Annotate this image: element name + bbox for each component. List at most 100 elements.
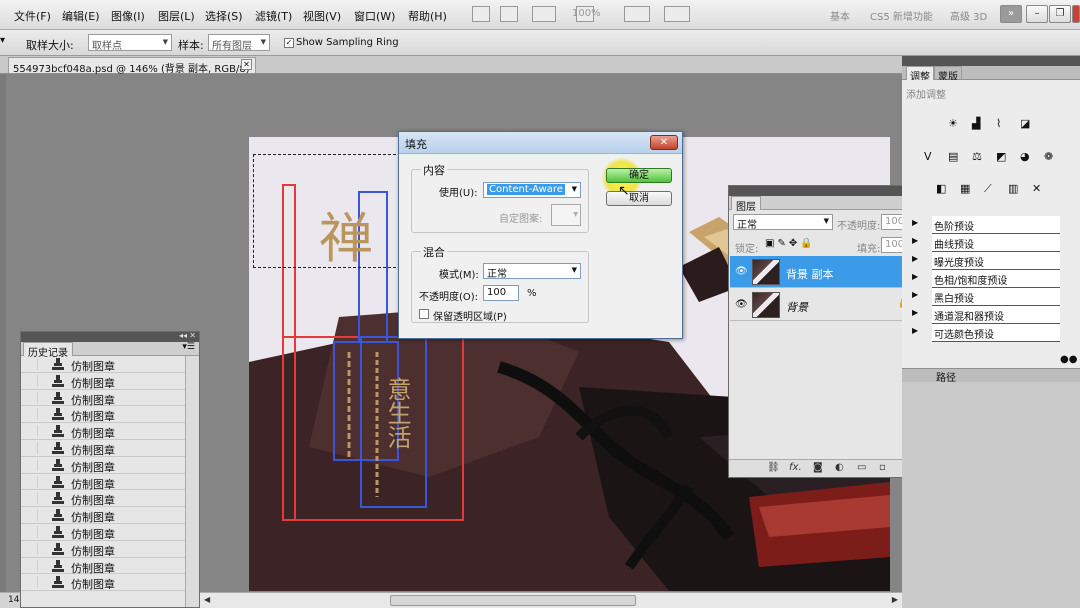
- history-item[interactable]: 仿制图章: [21, 390, 199, 407]
- history-item[interactable]: 仿制图章: [21, 558, 199, 575]
- threshold-icon[interactable]: ⟋: [984, 182, 1001, 197]
- history-item[interactable]: 仿制图章: [21, 457, 199, 474]
- tool-preset-icon[interactable]: ▾: [0, 35, 5, 46]
- history-item[interactable]: 仿制图章: [21, 423, 199, 440]
- scroll-left-icon[interactable]: ◀: [204, 595, 210, 604]
- lock-icons[interactable]: ▣✎✥🔒: [765, 238, 816, 249]
- sample-size-label: 取样大小:: [26, 39, 74, 52]
- menu-select[interactable]: 选择(S): [205, 8, 243, 24]
- cancel-button[interactable]: 取消: [606, 191, 672, 206]
- selection-marquee: [253, 154, 401, 268]
- preset-black-white[interactable]: ▶ 黑白预设: [912, 288, 1060, 306]
- close-panel-icon[interactable]: ✕: [189, 331, 196, 340]
- adjustment-options-icon[interactable]: ●●: [1060, 354, 1077, 365]
- menu-layer[interactable]: 图层(L): [158, 8, 195, 24]
- photo-filter-icon[interactable]: ◕: [1020, 150, 1037, 165]
- bridge-icon[interactable]: [472, 6, 490, 22]
- dialog-close-icon[interactable]: ✕: [650, 135, 678, 150]
- channel-mixer-icon[interactable]: ❁: [1044, 150, 1061, 165]
- sampling-ring-checkbox[interactable]: ✓: [284, 38, 294, 48]
- menu-window[interactable]: 窗口(W): [354, 8, 395, 24]
- screen-mode-icon[interactable]: [664, 6, 690, 22]
- close-icon[interactable]: [1072, 5, 1080, 23]
- history-item[interactable]: 仿制图章: [21, 490, 199, 507]
- tab-adjustments[interactable]: 调整: [906, 66, 934, 83]
- levels-icon[interactable]: ▟: [972, 117, 989, 132]
- posterize-icon[interactable]: ▦: [960, 182, 977, 197]
- preset-channel-mixer[interactable]: ▶ 通道混和器预设: [912, 306, 1060, 324]
- use-select[interactable]: Content-Aware ▼: [483, 182, 581, 198]
- curves-icon[interactable]: ⌇: [996, 117, 1013, 132]
- add-mask-icon[interactable]: ◙: [813, 462, 823, 473]
- document-tab[interactable]: 554973bcf048a.psd @ 146% (背景 副本, RGB/8) …: [8, 57, 256, 86]
- sample-select[interactable]: 所有图层 ▼: [208, 34, 270, 52]
- menu-edit[interactable]: 编辑(E): [62, 8, 100, 24]
- minimize-icon[interactable]: –: [1026, 5, 1048, 23]
- vibrance-icon[interactable]: V: [924, 150, 941, 165]
- opacity-input[interactable]: 100: [483, 285, 519, 301]
- link-layers-icon[interactable]: ⛓: [767, 462, 780, 473]
- visibility-eye-icon[interactable]: 👁: [735, 299, 748, 310]
- adjustment-layer-icon[interactable]: ◐: [835, 462, 844, 473]
- collapse-panel-icon[interactable]: ◂◂: [179, 331, 187, 340]
- workspace-basic[interactable]: 基本: [830, 8, 850, 23]
- blend-mode-select[interactable]: 正常 ▼: [733, 214, 833, 231]
- tab-paths[interactable]: 路径: [936, 369, 956, 384]
- hue-saturation-icon[interactable]: ▤: [948, 150, 965, 165]
- invert-icon[interactable]: ◧: [936, 182, 953, 197]
- history-item[interactable]: 仿制图章: [21, 541, 199, 558]
- workspace-more-icon[interactable]: »: [1000, 5, 1022, 23]
- tab-history[interactable]: 历史记录: [23, 342, 73, 359]
- scroll-right-icon[interactable]: ▶: [892, 595, 898, 604]
- preset-selective-color[interactable]: ▶ 可选颜色预设: [912, 324, 1060, 342]
- horizontal-scrollbar[interactable]: ◀ ▶: [200, 592, 902, 608]
- history-item[interactable]: 仿制图章: [21, 474, 199, 491]
- panel-menu-icon[interactable]: ▾☰: [182, 342, 195, 352]
- menu-view[interactable]: 视图(V): [303, 8, 341, 24]
- layer-style-icon[interactable]: fx.: [789, 462, 802, 473]
- history-scrollbar[interactable]: [185, 356, 199, 607]
- selective-color-icon[interactable]: ✕: [1032, 182, 1049, 197]
- visibility-eye-icon[interactable]: 👁: [735, 266, 748, 277]
- view-extras-icon[interactable]: [532, 6, 556, 22]
- minibridge-icon[interactable]: [500, 6, 518, 22]
- history-item[interactable]: 仿制图章: [21, 356, 199, 373]
- preserve-transparency-checkbox[interactable]: [419, 309, 429, 319]
- gradient-map-icon[interactable]: ▥: [1008, 182, 1025, 197]
- preset-exposure[interactable]: ▶ 曝光度预设: [912, 252, 1060, 270]
- layer-row[interactable]: 👁 背景 🔒: [730, 289, 920, 321]
- history-item[interactable]: 仿制图章: [21, 406, 199, 423]
- black-white-icon[interactable]: ◩: [996, 150, 1013, 165]
- menu-help[interactable]: 帮助(H): [408, 8, 447, 24]
- sample-size-select[interactable]: 取样点 ▼: [88, 34, 172, 52]
- preset-levels[interactable]: ▶ 色阶预设: [912, 216, 1060, 234]
- menu-file[interactable]: 文件(F): [14, 8, 51, 24]
- ok-button[interactable]: 确定: [606, 168, 672, 183]
- scroll-thumb[interactable]: [390, 595, 636, 606]
- restore-icon[interactable]: ❐: [1049, 5, 1071, 23]
- history-item[interactable]: 仿制图章: [21, 507, 199, 524]
- color-balance-icon[interactable]: ⚖: [972, 150, 989, 165]
- mode-select[interactable]: 正常 ▼: [483, 263, 581, 280]
- arrange-documents-icon[interactable]: [624, 6, 650, 22]
- tab-masks[interactable]: 蒙版: [934, 66, 962, 83]
- preset-curves[interactable]: ▶ 曲线预设: [912, 234, 1060, 252]
- preset-hue-saturation[interactable]: ▶ 色相/饱和度预设: [912, 270, 1060, 288]
- history-item[interactable]: 仿制图章: [21, 373, 199, 390]
- dialog-titlebar[interactable]: 填充 ✕: [399, 132, 682, 154]
- new-layer-icon[interactable]: ▫: [879, 462, 886, 473]
- history-item[interactable]: 仿制图章: [21, 574, 199, 591]
- tab-layers[interactable]: 图层: [731, 196, 761, 213]
- menu-filter[interactable]: 滤镜(T): [255, 8, 292, 24]
- new-group-icon[interactable]: ▭: [857, 462, 866, 473]
- workspace-3d[interactable]: 高级 3D: [950, 8, 987, 23]
- pattern-picker[interactable]: ▼: [551, 204, 581, 226]
- menu-image[interactable]: 图像(I): [111, 8, 145, 24]
- layer-row-selected[interactable]: 👁 背景 副本: [730, 256, 920, 288]
- history-item[interactable]: 仿制图章: [21, 524, 199, 541]
- history-item[interactable]: 仿制图章: [21, 440, 199, 457]
- exposure-icon[interactable]: ◪: [1020, 117, 1037, 132]
- brightness-icon[interactable]: ☀: [948, 117, 965, 132]
- close-document-icon[interactable]: ✕: [241, 59, 252, 70]
- workspace-cs5[interactable]: CS5 新增功能: [870, 8, 933, 23]
